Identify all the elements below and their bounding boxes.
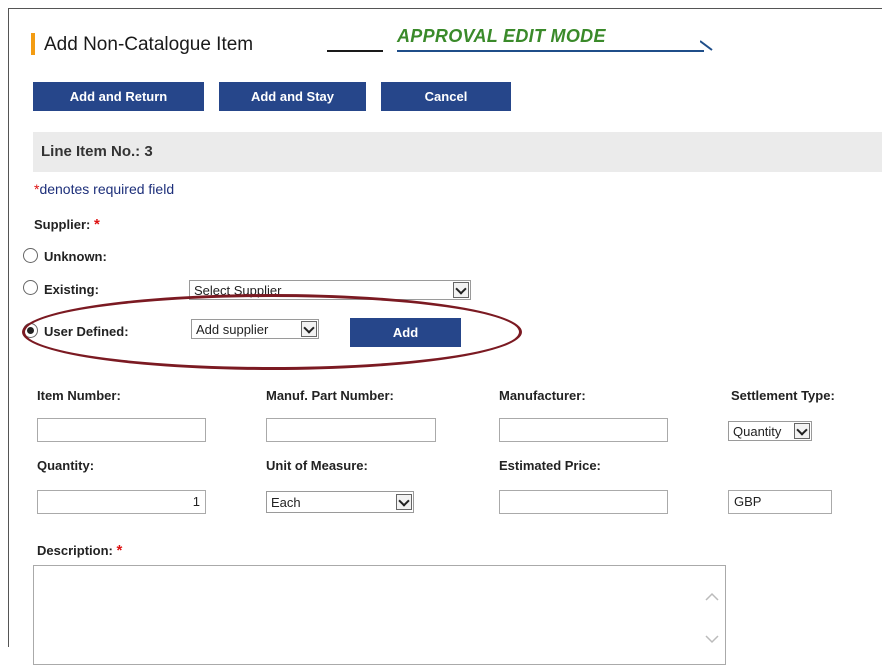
- settlement-type-select[interactable]: Quantity: [728, 421, 812, 441]
- unit-of-measure-value: Each: [271, 495, 301, 510]
- item-number-input[interactable]: [37, 418, 206, 442]
- scroll-down-icon[interactable]: [705, 634, 719, 644]
- currency-input[interactable]: GBP: [728, 490, 832, 514]
- add-and-stay-button[interactable]: Add and Stay: [219, 82, 366, 111]
- required-field-note: *denotes required field: [34, 181, 174, 197]
- chevron-down-icon: [794, 423, 810, 439]
- mode-label: APPROVAL EDIT MODE: [397, 26, 606, 46]
- supplier-label-row: Supplier: *: [34, 216, 100, 233]
- cancel-button[interactable]: Cancel: [381, 82, 511, 111]
- highlight-ellipse: [22, 294, 522, 370]
- settlement-type-value: Quantity: [733, 424, 782, 439]
- supplier-required-star: *: [93, 216, 100, 233]
- description-textarea[interactable]: [33, 565, 726, 665]
- page-title: Add Non-Catalogue Item: [44, 34, 254, 55]
- chevron-down-icon: [396, 494, 412, 510]
- description-label: Description:: [37, 543, 113, 558]
- scroll-up-icon[interactable]: [705, 592, 719, 602]
- estimated-price-input[interactable]: [499, 490, 668, 514]
- supplier-unknown-label: Unknown:: [44, 249, 107, 264]
- estimated-price-label: Estimated Price:: [499, 458, 601, 473]
- quantity-input[interactable]: 1: [37, 490, 206, 514]
- quantity-label: Quantity:: [37, 458, 95, 473]
- supplier-label: Supplier:: [34, 217, 91, 232]
- manuf-part-number-label: Manuf. Part Number:: [266, 388, 394, 403]
- manuf-part-number-input[interactable]: [266, 418, 436, 442]
- add-and-return-button[interactable]: Add and Return: [33, 82, 204, 111]
- mode-underline: [397, 50, 704, 52]
- supplier-unknown-radio[interactable]: [23, 248, 38, 263]
- required-note-text: denotes required field: [39, 181, 175, 197]
- title-accent-bar: [31, 33, 35, 55]
- unit-of-measure-select[interactable]: Each: [266, 491, 414, 513]
- mode-arrow-icon: [700, 40, 713, 51]
- supplier-existing-radio[interactable]: [23, 280, 38, 295]
- manufacturer-label: Manufacturer:: [499, 388, 586, 403]
- unit-of-measure-label: Unit of Measure:: [266, 458, 368, 473]
- line-item-label: Line Item No.: 3: [41, 143, 153, 160]
- title-underline: [327, 50, 383, 52]
- description-required-star: *: [116, 542, 123, 559]
- line-item-band: [33, 132, 882, 172]
- chevron-down-icon: [453, 282, 469, 298]
- manufacturer-input[interactable]: [499, 418, 668, 442]
- description-label-row: Description: *: [37, 542, 122, 559]
- supplier-existing-label: Existing:: [44, 282, 99, 297]
- item-number-label: Item Number:: [37, 388, 121, 403]
- settlement-type-label: Settlement Type:: [731, 388, 835, 403]
